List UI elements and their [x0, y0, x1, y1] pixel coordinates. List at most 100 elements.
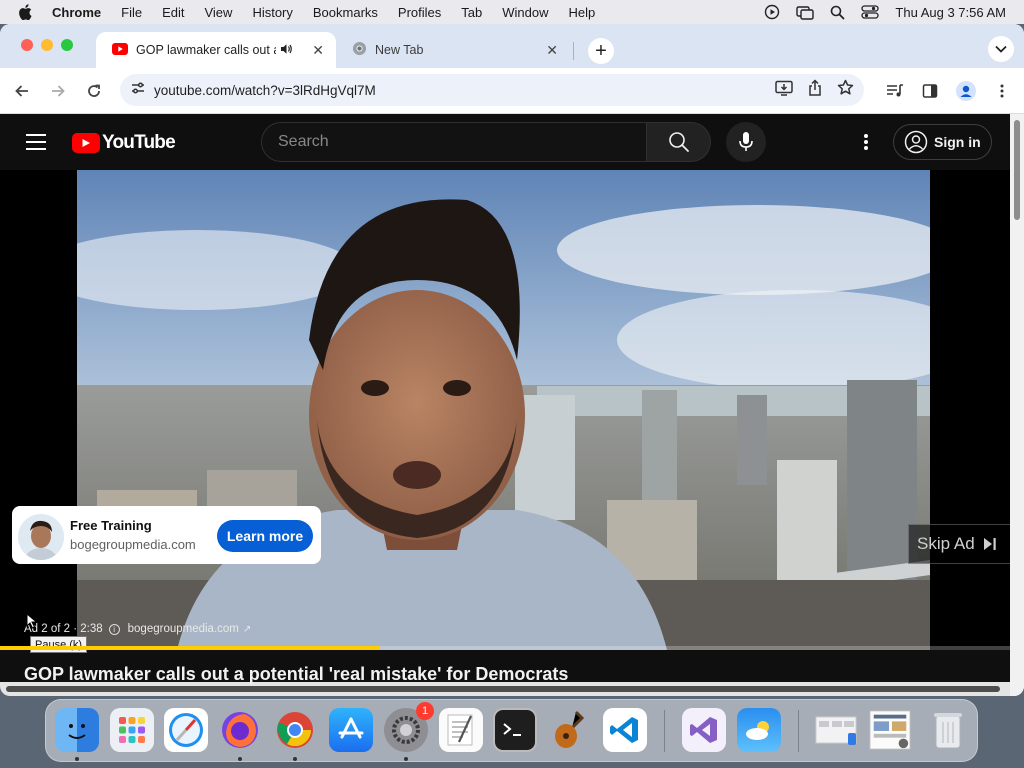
dock-visual-studio-icon[interactable]: [682, 708, 726, 752]
dock-screenshot-thumbnail-icon[interactable]: [814, 708, 858, 752]
arrow-left-icon: [15, 85, 28, 97]
spotlight-search-icon[interactable]: [830, 5, 845, 20]
back-button[interactable]: [11, 80, 33, 102]
menu-bar-clock[interactable]: Thu Aug 3 7:56 AM: [895, 5, 1006, 20]
guide-menu-icon[interactable]: [26, 134, 46, 150]
dock-separator: [798, 710, 799, 752]
sign-in-button[interactable]: Sign in: [893, 124, 992, 160]
media-controls-icon[interactable]: [886, 68, 904, 114]
menu-window[interactable]: Window: [502, 5, 548, 20]
menu-profiles[interactable]: Profiles: [398, 5, 441, 20]
menu-file[interactable]: File: [121, 5, 142, 20]
window-close-button[interactable]: [21, 39, 33, 51]
dock-running-indicator: [293, 757, 297, 761]
menu-history[interactable]: History: [252, 5, 292, 20]
video-player[interactable]: Free Training bogegroupmedia.com Learn m…: [0, 170, 1010, 653]
bookmark-star-icon[interactable]: [837, 79, 854, 101]
search-box[interactable]: [261, 122, 647, 162]
tab-title: GOP lawmaker calls out a: [136, 43, 276, 57]
dock-running-indicator: [75, 757, 79, 761]
tab-new-tab[interactable]: New Tab ✕: [340, 32, 570, 68]
settings-more-icon[interactable]: [856, 132, 876, 152]
arrow-right-icon: [52, 85, 65, 97]
address-bar[interactable]: youtube.com/watch?v=3lRdHgVql7M: [120, 74, 864, 106]
dock-chrome-icon[interactable]: [273, 708, 317, 752]
install-app-icon[interactable]: [775, 80, 793, 101]
tab-close-icon[interactable]: ✕: [312, 42, 324, 59]
forward-button[interactable]: [47, 80, 69, 102]
dock-running-indicator: [404, 757, 408, 761]
tab-audio-playing-icon[interactable]: [280, 43, 293, 58]
dock-system-settings-icon[interactable]: 1: [384, 702, 434, 752]
tab-separator: [573, 42, 574, 60]
dock-firefox-icon[interactable]: [218, 708, 262, 752]
dock-preview-thumbnail-icon[interactable]: [868, 708, 912, 752]
tab-title: New Tab: [375, 43, 424, 57]
ad-card-domain[interactable]: bogegroupmedia.com: [70, 537, 196, 552]
dock-app-store-icon[interactable]: [329, 708, 373, 752]
reload-button[interactable]: [83, 80, 105, 102]
youtube-play-logo-icon: [72, 133, 100, 153]
dock-trash-icon[interactable]: [926, 708, 970, 752]
dock-textedit-icon[interactable]: [439, 708, 483, 752]
youtube-masthead: YouTube Sign in: [0, 114, 1010, 170]
dock-safari-icon[interactable]: [164, 708, 208, 752]
screen-recording-icon[interactable]: [764, 4, 780, 20]
tab-search-button[interactable]: [988, 36, 1014, 62]
tab-strip: GOP lawmaker calls out a ✕ New Tab ✕ +: [0, 24, 1024, 68]
mouse-pointer-icon: [26, 612, 38, 634]
external-link-icon[interactable]: ↗: [243, 624, 251, 635]
ad-companion-card[interactable]: Free Training bogegroupmedia.com Learn m…: [12, 506, 321, 564]
browser-toolbar: youtube.com/watch?v=3lRdHgVql7M: [0, 68, 1024, 114]
horizontal-scroll-thumb[interactable]: [6, 686, 1000, 692]
skip-ad-button[interactable]: Skip Ad: [908, 524, 1010, 564]
share-icon[interactable]: [807, 78, 823, 102]
chrome-favicon-icon: [352, 41, 367, 59]
vertical-scroll-thumb[interactable]: [1014, 120, 1020, 220]
learn-more-button[interactable]: Learn more: [217, 520, 313, 552]
menu-view[interactable]: View: [204, 5, 232, 20]
ad-domain-link[interactable]: bogegroupmedia.com: [128, 623, 239, 635]
menu-edit[interactable]: Edit: [162, 5, 184, 20]
dock-vscode-icon[interactable]: [603, 708, 647, 752]
apple-icon[interactable]: [18, 4, 36, 20]
voice-search-button[interactable]: [726, 122, 766, 162]
profile-avatar-icon[interactable]: [956, 68, 976, 114]
dock-launchpad-icon[interactable]: [110, 708, 154, 752]
menu-tab[interactable]: Tab: [461, 5, 482, 20]
video-frame[interactable]: [77, 170, 930, 650]
search-button[interactable]: [647, 122, 711, 162]
macos-menu-bar: Chrome File Edit View History Bookmarks …: [0, 0, 1024, 24]
dock-weather-icon[interactable]: [737, 708, 781, 752]
dock-finder-icon[interactable]: [55, 708, 99, 752]
dock-running-indicator: [238, 757, 242, 761]
dock-guitar-app-icon[interactable]: [548, 708, 592, 752]
window-fullscreen-button[interactable]: [61, 39, 73, 51]
vertical-scrollbar[interactable]: [1010, 114, 1024, 696]
search-input[interactable]: [278, 133, 646, 151]
advertiser-avatar[interactable]: [18, 514, 64, 560]
side-panel-icon[interactable]: [922, 68, 938, 114]
url-text[interactable]: youtube.com/watch?v=3lRdHgVql7M: [154, 83, 376, 98]
dock-terminal-icon[interactable]: [493, 708, 537, 752]
horizontal-scrollbar[interactable]: [0, 682, 1010, 696]
ad-card-title[interactable]: Free Training: [70, 518, 152, 533]
tab-close-icon[interactable]: ✕: [546, 42, 558, 59]
control-center-icon[interactable]: [861, 4, 880, 20]
chrome-window: GOP lawmaker calls out a ✕ New Tab ✕ + y…: [0, 24, 1024, 696]
site-info-icon[interactable]: [130, 80, 146, 101]
window-minimize-button[interactable]: [41, 39, 53, 51]
tab-youtube-video[interactable]: GOP lawmaker calls out a ✕: [96, 32, 336, 68]
menu-bookmarks[interactable]: Bookmarks: [313, 5, 378, 20]
menu-app-chrome[interactable]: Chrome: [52, 5, 101, 20]
microphone-icon: [739, 132, 753, 151]
ad-info-bar: Ad 2 of 2 · 2:38 i bogegroupmedia.com ↗: [24, 622, 251, 636]
chrome-menu-icon[interactable]: [994, 68, 1010, 114]
ad-info-icon[interactable]: i: [108, 623, 120, 635]
youtube-logo[interactable]: YouTube: [72, 132, 176, 154]
new-tab-button[interactable]: +: [588, 38, 614, 64]
screen-mirroring-icon[interactable]: [796, 4, 815, 20]
ad-progress-bar[interactable]: [0, 646, 1010, 650]
video-scene-image: [77, 170, 930, 650]
menu-help[interactable]: Help: [569, 5, 596, 20]
